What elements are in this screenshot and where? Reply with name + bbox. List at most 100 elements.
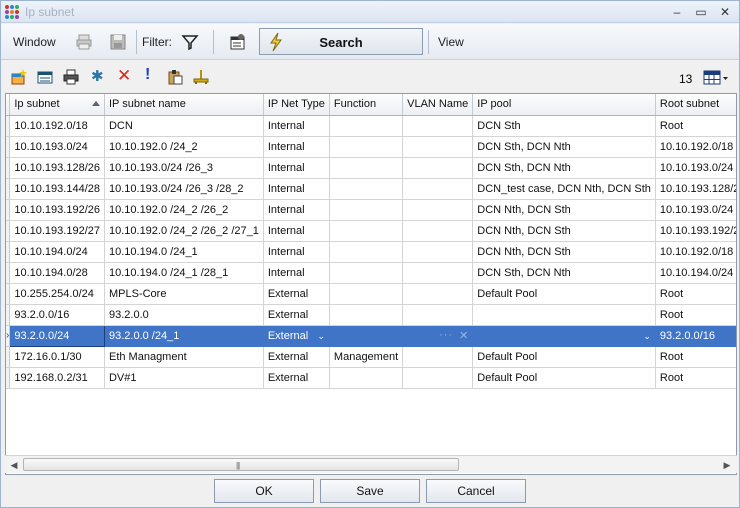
cell-function[interactable]	[329, 220, 404, 242]
cell-ip-subnet-name[interactable]: 10.10.192.0 /24_2	[104, 136, 264, 158]
cell-function[interactable]	[329, 325, 404, 347]
cell-root-subnet[interactable]: 10.10.193.0/24	[655, 199, 736, 221]
cell-root-subnet[interactable]: Root	[655, 115, 736, 137]
table-row[interactable]: 10.10.194.0/24 10.10.194.0 /24_1 Internal D…	[6, 241, 736, 263]
column-header-ip-subnet[interactable]: Ip subnet	[9, 94, 105, 116]
cell-ip-net-type[interactable]: Internal	[263, 199, 330, 221]
cell-function[interactable]	[329, 367, 404, 389]
cell-ip-subnet-name[interactable]: 93.2.0.0	[104, 304, 264, 326]
clear-icon[interactable]: ✕	[459, 329, 468, 342]
save-button[interactable]: Save	[320, 479, 420, 503]
cell-ip-subnet[interactable]: 192.168.0.2/31	[9, 367, 105, 389]
cell-ip-subnet-name[interactable]: 10.10.192.0 /24_2 /26_2 /27_1	[104, 220, 264, 242]
cell-vlan-name[interactable]	[402, 178, 474, 200]
cell-root-subnet[interactable]: 93.2.0.0/16	[655, 325, 736, 347]
paste-clipboard-icon[interactable]	[167, 69, 183, 85]
table-row[interactable]: 172.16.0.1/30 Eth Managment External Manage…	[6, 346, 736, 368]
table-row[interactable]: 93.2.0.0/16 93.2.0.0 External Root	[6, 304, 736, 326]
cell-vlan-name[interactable]	[402, 157, 474, 179]
cell-ip-subnet-name[interactable]: MPLS-Core	[104, 283, 264, 305]
cell-ip-net-type[interactable]: External ⌄	[263, 325, 330, 347]
cell-ip-subnet[interactable]: 10.10.192.0/18	[9, 115, 105, 137]
cell-vlan-name[interactable]	[402, 304, 474, 326]
table-row[interactable]: 10.10.193.144/28 10.10.193.0/24 /26_3 /28…	[6, 178, 736, 200]
cell-ip-pool[interactable]: Default Pool	[472, 367, 656, 389]
delete-x-icon[interactable]: ✕	[117, 66, 133, 85]
cell-ip-subnet-name[interactable]: DV#1	[104, 367, 264, 389]
window-menu[interactable]: Window	[13, 35, 56, 49]
settings-window-icon[interactable]	[229, 33, 247, 51]
search-button[interactable]: Search	[259, 28, 423, 55]
cell-root-subnet[interactable]: 10.10.192.0/18	[655, 136, 736, 158]
view-menu[interactable]: View	[438, 35, 464, 49]
cell-ip-pool[interactable]: Default Pool	[472, 283, 656, 305]
filter-funnel-icon[interactable]	[181, 33, 199, 51]
scroll-right-icon[interactable]: ▶	[721, 459, 733, 471]
cell-function[interactable]	[329, 241, 404, 263]
cell-ip-net-type[interactable]: Internal	[263, 157, 330, 179]
cell-ip-subnet[interactable]: 10.10.194.0/24	[9, 241, 105, 263]
table-row[interactable]: 10.255.254.0/24 MPLS-Core External Default …	[6, 283, 736, 305]
cell-root-subnet[interactable]: 10.10.193.0/24	[655, 157, 736, 179]
cell-ip-subnet[interactable]: 93.2.0.0/16	[9, 304, 105, 326]
cell-function[interactable]	[329, 283, 404, 305]
column-header-function[interactable]: Function	[329, 94, 404, 116]
cell-ip-net-type[interactable]: External	[263, 367, 330, 389]
snowflake-icon[interactable]: ✱	[91, 67, 107, 85]
cell-function[interactable]: Management	[329, 346, 404, 368]
cell-vlan-name[interactable]	[402, 115, 474, 137]
table-row[interactable]: 10.10.192.0/18 DCN Internal DCN Sth Root	[6, 115, 736, 137]
cell-ip-pool[interactable]: DCN Nth, DCN Sth	[472, 241, 656, 263]
table-row[interactable]: 192.168.0.2/31 DV#1 External Default Pool Ro…	[6, 367, 736, 389]
cell-ip-net-type[interactable]: External	[263, 283, 330, 305]
ok-button[interactable]: OK	[214, 479, 314, 503]
cell-ip-pool[interactable]: DCN Sth, DCN Nth	[472, 136, 656, 158]
close-button[interactable]: ✕	[715, 3, 735, 21]
cell-ip-subnet[interactable]: 172.16.0.1/30	[9, 346, 105, 368]
cell-ip-subnet-name[interactable]: 10.10.192.0 /24_2 /26_2	[104, 199, 264, 221]
cell-function[interactable]	[329, 115, 404, 137]
table-row[interactable]: 10.10.194.0/28 10.10.194.0 /24_1 /28_1 Int…	[6, 262, 736, 284]
cell-ip-net-type[interactable]: External	[263, 304, 330, 326]
cell-vlan-name[interactable]	[402, 199, 474, 221]
cell-root-subnet[interactable]: 10.10.193.128/26	[655, 178, 736, 200]
ellipsis-icon[interactable]: ···	[439, 329, 453, 341]
cell-ip-net-type[interactable]: Internal	[263, 262, 330, 284]
cell-function[interactable]	[329, 262, 404, 284]
cell-ip-subnet-name[interactable]: 10.10.194.0 /24_1	[104, 241, 264, 263]
cell-vlan-name[interactable]	[402, 346, 474, 368]
cell-ip-net-type[interactable]: Internal	[263, 115, 330, 137]
cell-ip-subnet[interactable]: 10.10.193.0/24	[9, 136, 105, 158]
cell-ip-net-type[interactable]: Internal	[263, 220, 330, 242]
cell-vlan-name[interactable]	[402, 367, 474, 389]
cell-ip-subnet-name[interactable]: 10.10.194.0 /24_1 /28_1	[104, 262, 264, 284]
table-row[interactable]: › 93.2.0.0/24 93.2.0.0 /24_1 External ⌄ ✕ ··· ⌄…	[6, 324, 736, 347]
cell-vlan-name[interactable]	[402, 220, 474, 242]
cell-function[interactable]	[329, 304, 404, 326]
scroll-thumb[interactable]: |||	[23, 458, 459, 471]
column-header-ip-net-type[interactable]: IP Net Type	[263, 94, 330, 116]
cell-vlan-name[interactable]	[402, 136, 474, 158]
cell-ip-pool[interactable]: DCN Sth	[472, 115, 656, 137]
cell-ip-subnet-name[interactable]: DCN	[104, 115, 264, 137]
cell-ip-net-type[interactable]: Internal	[263, 241, 330, 263]
cell-ip-subnet[interactable]: 10.10.193.144/28	[9, 178, 105, 200]
cell-vlan-name[interactable]: ✕ ···	[402, 325, 474, 347]
dropdown-chevron-icon[interactable]: ⌄	[643, 331, 651, 342]
cell-ip-subnet[interactable]: 10.10.193.192/27	[9, 220, 105, 242]
cell-function[interactable]	[329, 136, 404, 158]
cell-root-subnet[interactable]: 10.10.194.0/24	[655, 262, 736, 284]
cell-root-subnet[interactable]: Root	[655, 283, 736, 305]
cell-ip-subnet-name[interactable]: Eth Managment	[104, 346, 264, 368]
column-header-ip-pool[interactable]: IP pool	[472, 94, 656, 116]
cell-ip-subnet[interactable]: 93.2.0.0/24	[9, 324, 105, 347]
cell-root-subnet[interactable]: Root	[655, 367, 736, 389]
cell-ip-subnet-name[interactable]: 93.2.0.0 /24_1	[104, 325, 264, 347]
add-row-icon[interactable]	[11, 69, 27, 85]
cell-ip-subnet-name[interactable]: 10.10.193.0/24 /26_3	[104, 157, 264, 179]
cell-root-subnet[interactable]: Root	[655, 346, 736, 368]
table-row[interactable]: 10.10.193.192/27 10.10.192.0 /24_2 /26_2 …	[6, 220, 736, 242]
cell-ip-pool[interactable]: Default Pool	[472, 346, 656, 368]
column-header-vlan-name[interactable]: VLAN Name	[402, 94, 474, 116]
cell-vlan-name[interactable]	[402, 283, 474, 305]
